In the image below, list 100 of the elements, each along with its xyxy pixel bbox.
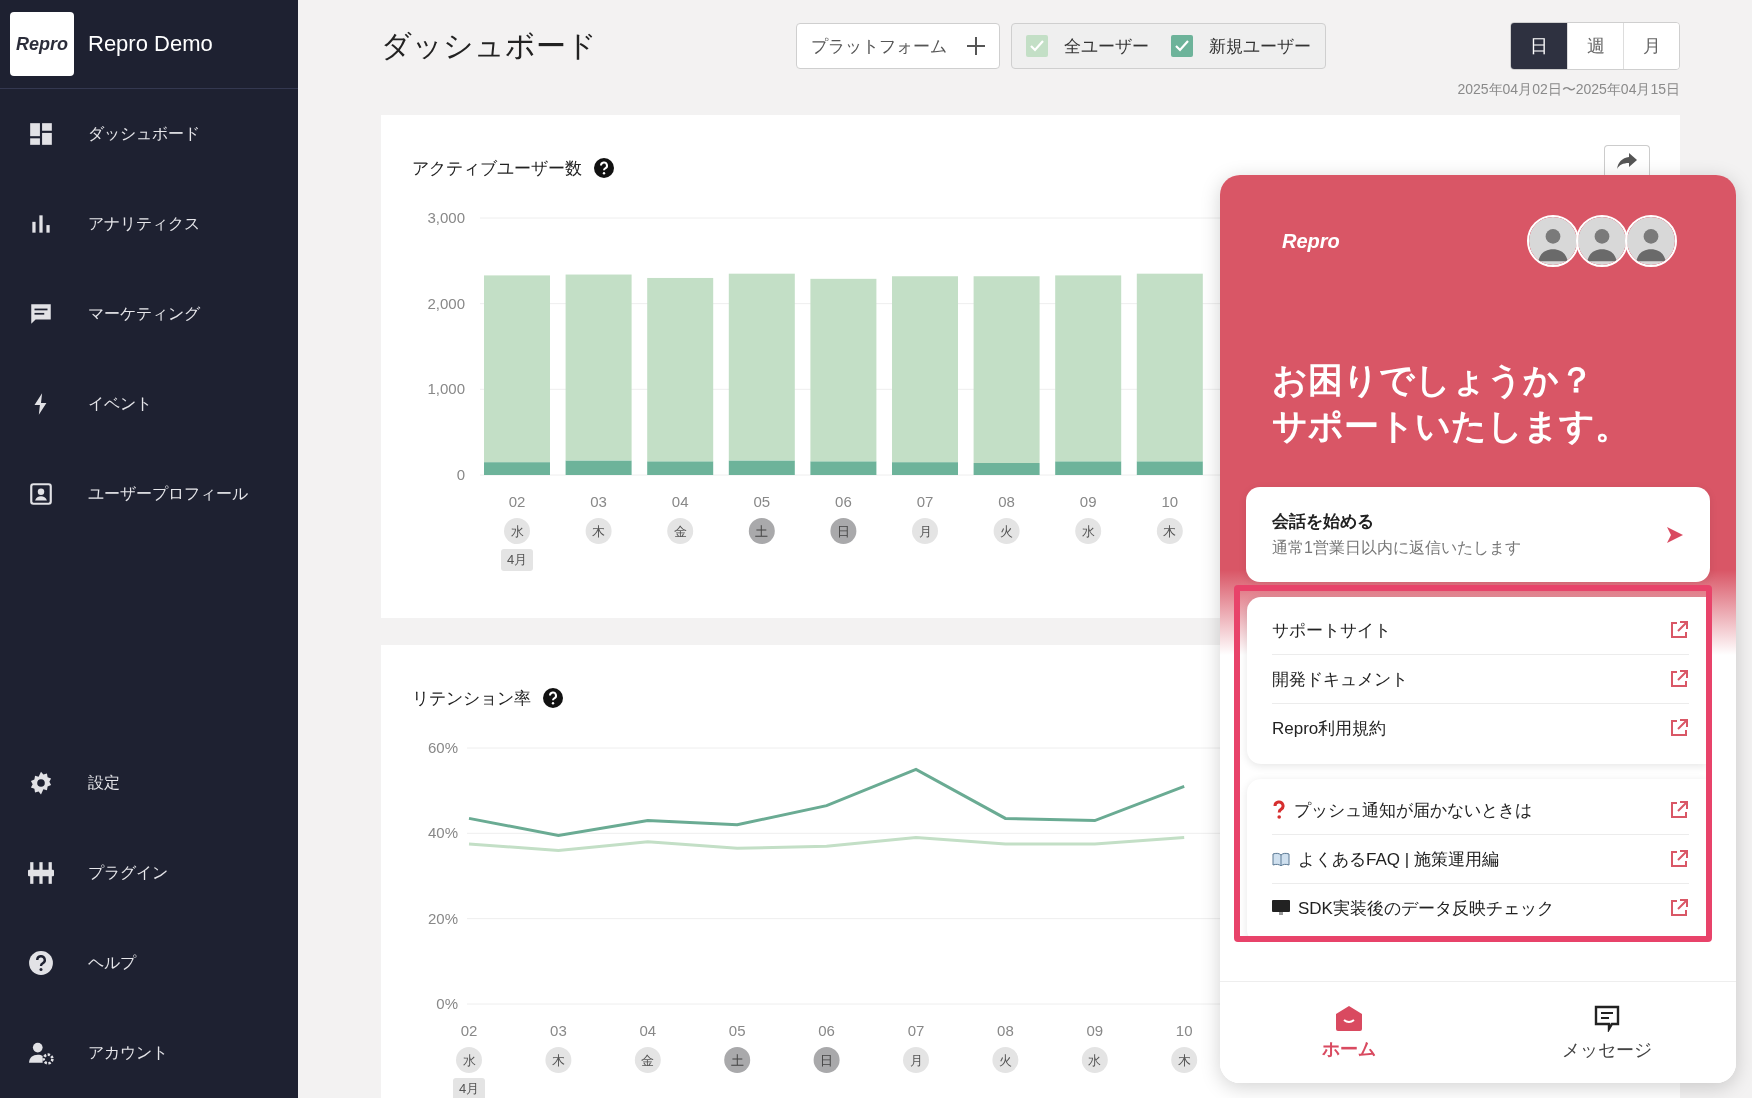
date-range: 2025年04月02日〜2025年04月15日	[1456, 80, 1680, 99]
widget-tab[interactable]: メッセージ	[1478, 982, 1736, 1083]
check-icon	[1030, 40, 1044, 52]
axis-label: 06	[818, 1022, 835, 1039]
book-icon	[1272, 852, 1290, 866]
monitor-icon	[1272, 900, 1290, 916]
help-link[interactable]: 開発ドキュメント	[1272, 654, 1689, 703]
sidebar-item[interactable]: ユーザープロフィール	[0, 449, 298, 539]
help-link[interactable]: サポートサイト	[1272, 606, 1689, 654]
help-link[interactable]: プッシュ通知が届かないときは	[1272, 786, 1689, 834]
axis-label: 08	[997, 1022, 1014, 1039]
axis-label: 10	[1161, 493, 1179, 510]
send-icon	[1666, 525, 1684, 544]
help-link[interactable]: SDK実装後のデータ反映チェック	[1272, 883, 1689, 932]
axis-label: 20%	[427, 909, 458, 927]
sidebar-icon	[28, 481, 54, 507]
card-title: リテンション率	[412, 687, 531, 710]
axis-label: 05	[728, 1022, 746, 1039]
help-icon[interactable]	[543, 688, 563, 708]
axis-label: 3,000	[427, 209, 465, 226]
axis-label: 03	[590, 493, 607, 510]
home-icon	[1335, 1004, 1363, 1031]
day-badge: 土	[748, 518, 775, 544]
app-name: Repro Demo	[88, 31, 213, 57]
axis-label: 60%	[427, 739, 458, 756]
sidebar-icon	[28, 770, 54, 796]
sidebar-icon	[28, 860, 54, 886]
avatar	[1625, 215, 1677, 267]
day-badge: 日	[830, 518, 857, 544]
sidebar-icon	[28, 1040, 54, 1066]
axis-label: 08	[998, 493, 1015, 510]
period-tab[interactable]: 週	[1567, 23, 1623, 69]
axis-label: 2,000	[427, 294, 465, 312]
axis-label: 02	[508, 493, 526, 510]
month-tag: 4月	[453, 1078, 485, 1098]
external-link-icon	[1669, 800, 1689, 820]
sidebar-item[interactable]: アカウント	[0, 1008, 298, 1098]
day-badge: 木	[585, 518, 612, 544]
month-tag: 4月	[501, 549, 533, 571]
day-badge: 金	[667, 518, 694, 544]
day-badge: 木	[1171, 1047, 1198, 1073]
day-badge: 水	[504, 518, 530, 544]
widget-logo: Repro	[1282, 229, 1340, 253]
sidebar-icon	[28, 950, 54, 976]
axis-label: 40%	[427, 824, 458, 842]
axis-label: 1,000	[427, 380, 465, 398]
axis-label: 10	[1175, 1022, 1193, 1039]
axis-label: 02	[460, 1022, 478, 1039]
series-checkbox[interactable]: 新規ユーザー	[1171, 34, 1311, 58]
card-title: アクティブユーザー数	[412, 157, 582, 180]
checkbox[interactable]	[1171, 35, 1193, 57]
help-icon[interactable]	[594, 158, 614, 178]
help-link[interactable]: Repro利用規約	[1272, 703, 1689, 752]
axis-label: 09	[1079, 493, 1097, 510]
share-button[interactable]	[1604, 145, 1650, 175]
day-badge: 木	[1156, 518, 1183, 544]
sidebar-item[interactable]: ダッシュボード	[0, 89, 298, 179]
period-tab[interactable]: 月	[1623, 23, 1679, 69]
platform-button[interactable]: プラットフォーム	[796, 23, 1000, 69]
check-icon	[1175, 40, 1189, 52]
checkbox[interactable]	[1026, 35, 1048, 57]
axis-label: 0%	[436, 995, 458, 1012]
day-badge: 木	[545, 1047, 572, 1073]
page-title: ダッシュボード	[381, 27, 598, 64]
axis-label: 09	[1086, 1022, 1104, 1039]
day-badge: 水	[1081, 1047, 1108, 1073]
day-badge: 火	[993, 518, 1020, 544]
external-link-icon	[1669, 620, 1689, 640]
sidebar-item[interactable]: ヘルプ	[0, 918, 298, 1008]
day-badge: 月	[903, 1047, 929, 1073]
day-badge: 月	[912, 518, 938, 544]
day-badge: 土	[724, 1047, 751, 1073]
axis-label: 07	[907, 1022, 925, 1039]
avatar	[1576, 215, 1628, 267]
sidebar-item[interactable]: マーケティング	[0, 269, 298, 359]
help-link[interactable]: よくあるFAQ | 施策運用編	[1272, 834, 1689, 883]
sidebar-icon	[28, 121, 54, 147]
external-link-icon	[1669, 849, 1689, 869]
period-tab[interactable]: 日	[1511, 23, 1567, 69]
avatar	[1527, 215, 1579, 267]
axis-label: 04	[671, 493, 689, 510]
axis-label: 06	[835, 493, 852, 510]
sidebar-item[interactable]: プラグイン	[0, 828, 298, 918]
share-icon	[1616, 152, 1638, 170]
external-link-icon	[1669, 898, 1689, 918]
day-badge: 火	[992, 1047, 1019, 1073]
message-icon	[1593, 1003, 1621, 1032]
day-badge: 水	[1075, 518, 1102, 544]
external-link-icon	[1669, 718, 1689, 738]
axis-label: 05	[753, 493, 771, 510]
sidebar-item[interactable]: 設定	[0, 738, 298, 828]
day-badge: 水	[456, 1047, 482, 1073]
plus-icon	[967, 37, 985, 55]
widget-tab[interactable]: ホーム	[1220, 982, 1478, 1083]
series-checkbox[interactable]: 全ユーザー	[1026, 34, 1149, 58]
sidebar-item[interactable]: イベント	[0, 359, 298, 449]
axis-label: 03	[550, 1022, 567, 1039]
sidebar-item[interactable]: アナリティクス	[0, 179, 298, 269]
axis-label: 0	[456, 466, 465, 483]
start-conversation-button[interactable]: 会話を始める 通常1営業日以内に返信いたします	[1246, 487, 1710, 582]
